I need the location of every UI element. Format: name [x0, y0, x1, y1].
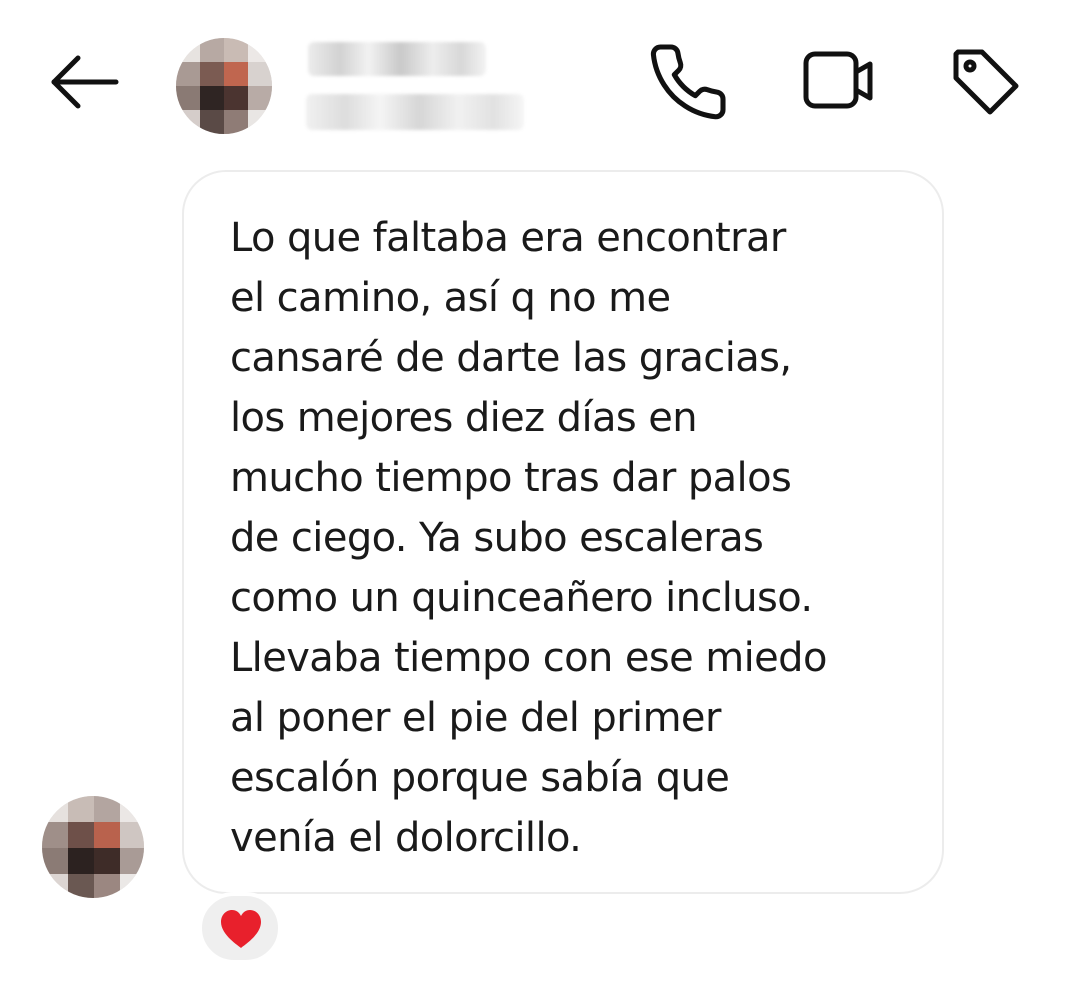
contact-name-redacted	[308, 42, 486, 76]
back-button[interactable]	[40, 40, 130, 124]
contact-avatar[interactable]	[176, 38, 272, 134]
call-button[interactable]	[646, 40, 730, 124]
message-bubble[interactable]: Lo que faltaba era encontrar el camino, …	[182, 170, 944, 894]
sender-avatar[interactable]	[42, 796, 144, 898]
video-call-button[interactable]	[796, 40, 880, 124]
message-text: Lo que faltaba era encontrar el camino, …	[230, 215, 827, 861]
phone-icon	[650, 44, 726, 120]
reaction-badge[interactable]	[198, 892, 282, 964]
tag-icon	[953, 49, 1019, 115]
chat-header	[0, 0, 1080, 160]
tag-button[interactable]	[944, 40, 1028, 124]
heart-icon	[221, 910, 261, 948]
contact-info[interactable]	[300, 40, 540, 136]
video-camera-icon	[803, 51, 873, 109]
contact-status-redacted	[306, 94, 524, 130]
arrow-left-icon	[51, 55, 119, 109]
